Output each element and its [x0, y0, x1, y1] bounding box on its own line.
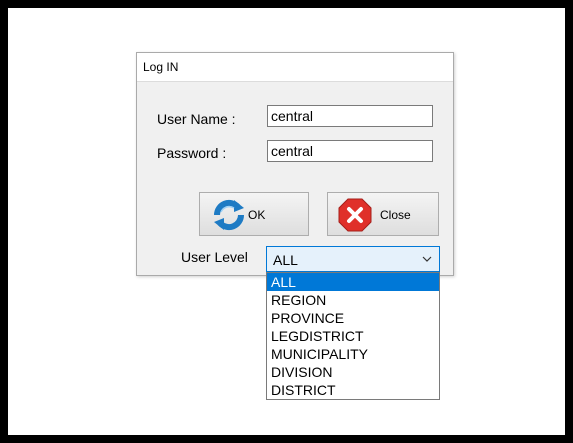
option-division[interactable]: DIVISION: [267, 363, 439, 381]
user-level-selected-value: ALL: [273, 252, 298, 268]
password-label: Password :: [157, 145, 227, 161]
user-level-dropdown-list: ALL REGION PROVINCE LEGDISTRICT MUNICIPA…: [266, 272, 440, 400]
user-level-select[interactable]: ALL: [266, 246, 440, 272]
refresh-arrows-icon: [213, 199, 245, 231]
user-level-label: User Level: [181, 249, 248, 265]
login-dialog: Log IN User Name : Password : OK Close U…: [136, 52, 454, 276]
chevron-down-icon: [422, 256, 432, 262]
ok-button[interactable]: OK: [199, 192, 309, 236]
close-button[interactable]: Close: [327, 192, 439, 236]
option-region[interactable]: REGION: [267, 291, 439, 309]
option-legdistrict[interactable]: LEGDISTRICT: [267, 327, 439, 345]
username-label: User Name :: [157, 111, 236, 127]
option-all[interactable]: ALL: [267, 273, 439, 291]
password-field[interactable]: [267, 140, 433, 162]
title-bar: Log IN: [137, 53, 453, 82]
canvas: Log IN User Name : Password : OK Close U…: [8, 8, 565, 435]
dialog-title: Log IN: [143, 60, 179, 74]
red-x-icon: [338, 198, 372, 232]
option-province[interactable]: PROVINCE: [267, 309, 439, 327]
close-label: Close: [380, 208, 411, 222]
ok-label: OK: [248, 208, 266, 222]
option-municipality[interactable]: MUNICIPALITY: [267, 345, 439, 363]
username-field[interactable]: [267, 105, 433, 127]
option-district[interactable]: DISTRICT: [267, 381, 439, 399]
